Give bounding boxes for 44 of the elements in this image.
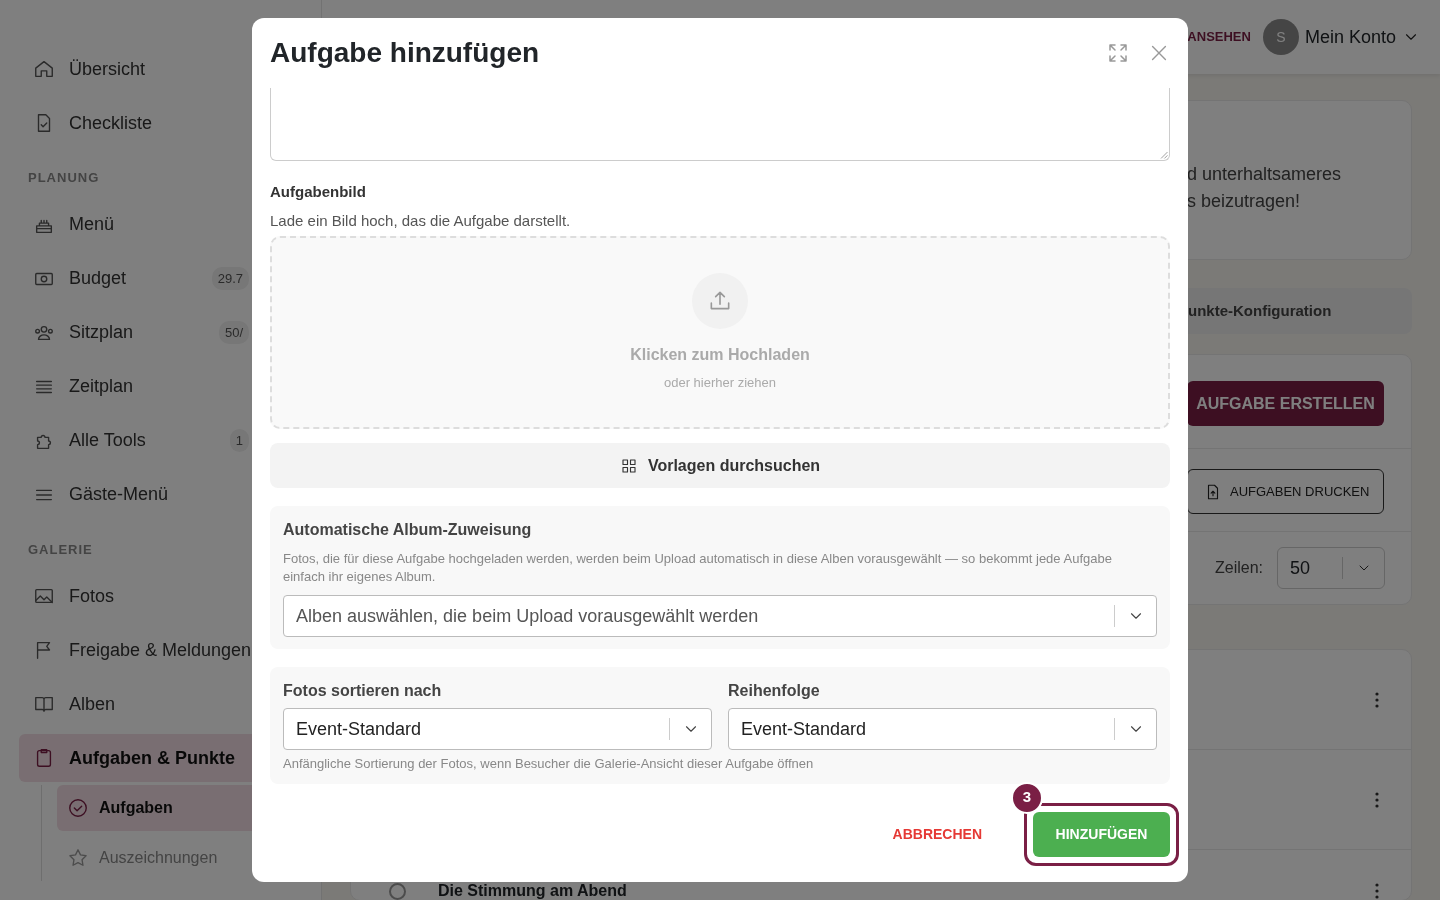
sort-select[interactable]: Event-Standard bbox=[728, 708, 1157, 750]
upload-title: Klicken zum Hochladen bbox=[630, 344, 810, 365]
account-menu[interactable]: Mein Konto bbox=[1304, 23, 1420, 51]
field-label: Aufgabenbild bbox=[270, 182, 367, 202]
sidebar-subitem[interactable]: Auszeichnungen bbox=[57, 835, 319, 881]
count-badge: 50/ bbox=[218, 320, 249, 345]
upload-subtitle: oder hierher ziehen bbox=[664, 373, 776, 392]
intro-text: d unterhaltsameres bbox=[1187, 163, 1343, 186]
more-icon[interactable] bbox=[1375, 691, 1379, 708]
rows-label: Zeilen: bbox=[1215, 558, 1264, 578]
section-description: Fotos, die für diese Aufgabe hochgeladen werden, werden beim Upload automatisch in diese Alben vorausgewählt — so bekommt jede Aufgabe einfach ihr eigenes Album. bbox=[283, 550, 1113, 586]
print-tasks-button[interactable]: AUFGABEN DRUCKEN bbox=[1187, 469, 1384, 514]
task-title: Die Stimmung am Abend bbox=[438, 883, 627, 899]
more-icon[interactable] bbox=[1375, 791, 1379, 808]
description-field[interactable] bbox=[270, 88, 1170, 161]
home-icon bbox=[33, 58, 55, 80]
expand-icon[interactable] bbox=[1106, 41, 1130, 65]
section-title: Automatische Album-Zuweisung bbox=[283, 520, 533, 540]
view-link[interactable]: ANSEHEN bbox=[1187, 27, 1251, 47]
more-icon[interactable] bbox=[1375, 883, 1379, 899]
section-heading: GALERIE bbox=[27, 540, 93, 559]
field-label: Fotos sortieren nach bbox=[283, 681, 443, 701]
star-icon bbox=[67, 847, 89, 869]
add-button[interactable]: HINZUFÜGEN bbox=[1033, 811, 1170, 857]
grid-icon bbox=[619, 456, 638, 475]
dialog-title: Aufgabe hinzufügen bbox=[270, 36, 540, 70]
intro-text: s beizutragen! bbox=[1187, 190, 1302, 213]
count-badge: 1 bbox=[229, 428, 249, 453]
create-task-button[interactable]: AUFGABE ERSTELLEN bbox=[1187, 381, 1384, 426]
rows-select[interactable]: 50 bbox=[1277, 547, 1386, 589]
album-select[interactable]: Alben auswählen, die beim Upload vorausgewählt werden bbox=[283, 595, 1157, 637]
cancel-button[interactable]: ABBRECHEN bbox=[886, 822, 988, 846]
step-badge: 3 bbox=[1011, 781, 1043, 814]
field-hint: Lade ein Bild hoch, das die Aufgabe darstellt. bbox=[270, 210, 572, 231]
check-circle-icon bbox=[67, 797, 89, 819]
field-label: Reihenfolge bbox=[728, 681, 821, 701]
sort-select[interactable]: Event-Standard bbox=[283, 708, 712, 750]
count-badge: 29.7 bbox=[211, 266, 249, 291]
resize-handle-icon bbox=[1158, 149, 1168, 159]
browse-templates-button[interactable]: Vorlagen durchsuchen bbox=[270, 443, 1170, 488]
upload-dropzone[interactable]: Klicken zum Hochladen oder hierher ziehen bbox=[270, 236, 1170, 429]
sidebar-item[interactable]: Checkliste bbox=[19, 96, 319, 150]
section-heading: PLANUNG bbox=[27, 169, 100, 187]
tab[interactable]: unkte-Konfiguration bbox=[1188, 302, 1332, 319]
